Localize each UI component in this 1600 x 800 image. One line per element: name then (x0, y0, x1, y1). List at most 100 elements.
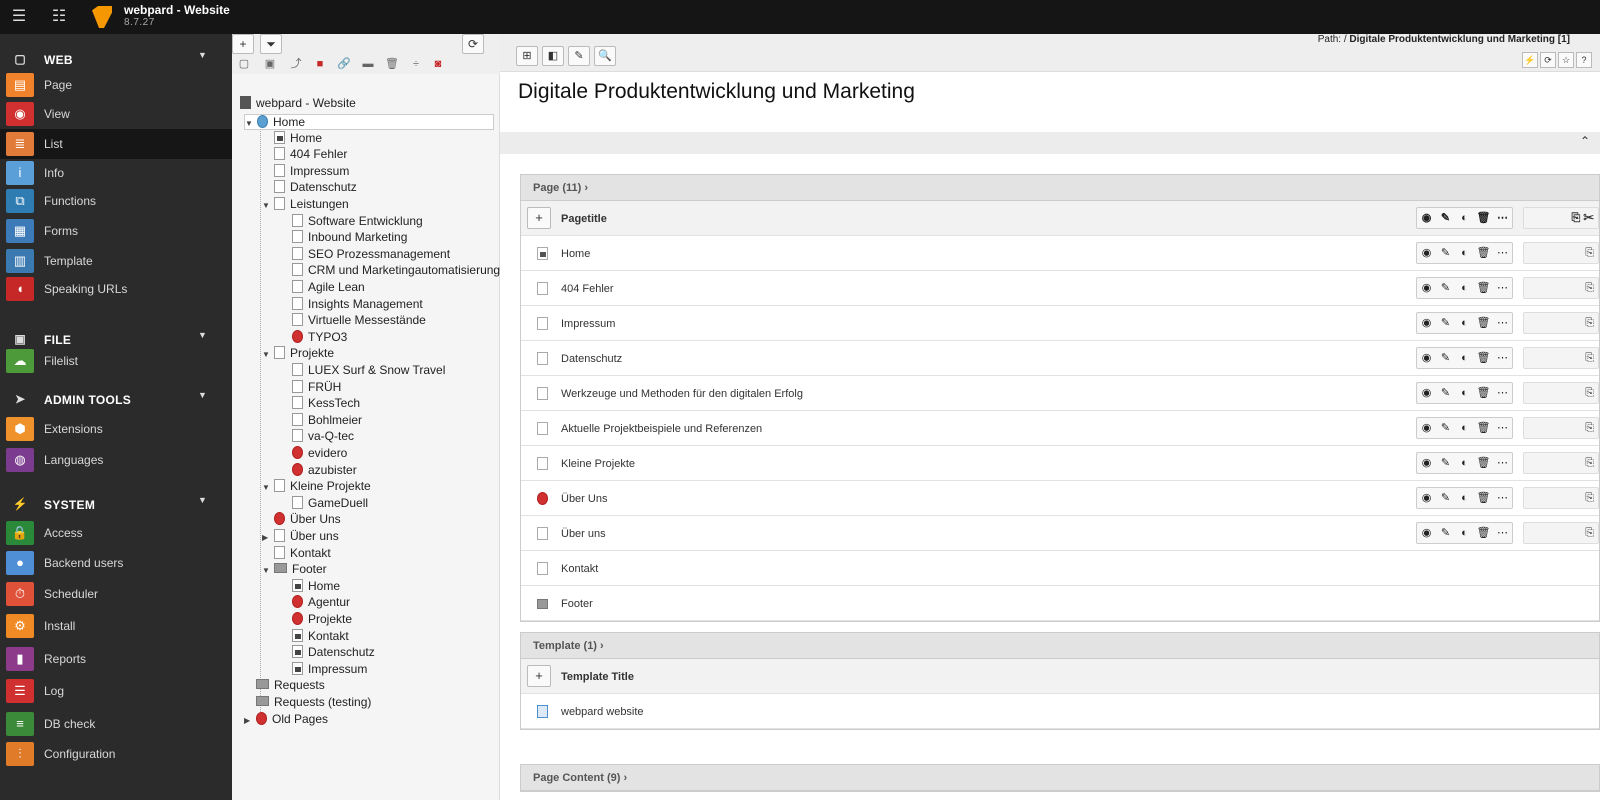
toggle-icon[interactable]: ◐ (1455, 348, 1474, 368)
edit-icon[interactable]: ✎ (1436, 208, 1455, 228)
expand-toggle-icon[interactable]: ▼ (262, 350, 272, 359)
page-icon[interactable] (537, 317, 548, 330)
tree-node[interactable]: ▼ Footer (262, 562, 327, 578)
delete-icon[interactable]: 🗑 (1474, 348, 1493, 368)
page-type-link-icon[interactable]: 🔗 (336, 56, 352, 72)
edit-icon[interactable]: ✎ (1436, 348, 1455, 368)
module-list[interactable]: ≣ List (0, 129, 232, 159)
tree-node[interactable]: Virtuelle Messestände (280, 313, 426, 329)
chevron-down-icon[interactable]: ▼ (198, 495, 207, 505)
eye-icon[interactable]: ◉ (1417, 418, 1436, 438)
row-title[interactable]: Kontakt (561, 563, 598, 575)
tree-node[interactable]: SEO Prozessmanagement (280, 246, 450, 263)
page-type-backend-icon[interactable]: ▣ (262, 56, 278, 72)
table-row[interactable]: Kleine Projekte ◉ ✎ ◐ 🗑 ⋯ ⎘ (521, 446, 1599, 481)
tree-node[interactable]: azubister (280, 462, 357, 479)
expand-toggle-icon[interactable]: ▼ (262, 483, 272, 492)
eye-icon[interactable]: ◉ (1417, 383, 1436, 403)
chevron-up-icon[interactable]: ⌃ (1580, 134, 1590, 148)
row-title[interactable]: Datenschutz (561, 353, 622, 365)
module-functions[interactable]: ⧉ Functions (0, 186, 232, 216)
table-row[interactable]: Datenschutz ◉ ✎ ◐ 🗑 ⋯ ⎘ (521, 341, 1599, 376)
table-row[interactable]: Home ◉ ✎ ◐ 🗑 ⋯ ⎘ (521, 236, 1599, 271)
copy-icon[interactable]: ⎘ (1585, 352, 1594, 364)
toggle-icon[interactable]: ◐ (1455, 383, 1474, 403)
toggle-icon[interactable]: ◐ (1455, 208, 1474, 228)
path-current[interactable]: Digitale Produktentwicklung und Marketin… (1349, 34, 1570, 45)
toggle-icon[interactable]: ◐ (1455, 488, 1474, 508)
module-list-icon[interactable]: ☷ (50, 8, 68, 26)
module-backend-users[interactable]: ● Backend users (0, 548, 232, 578)
copy-icon[interactable]: ⎘ (1572, 212, 1581, 224)
tree-node[interactable]: LUEX Surf & Snow Travel (280, 363, 445, 379)
table-row[interactable]: Kontakt (521, 551, 1599, 586)
tree-node[interactable]: ▼ Leistungen (262, 197, 349, 213)
tree-root[interactable]: webpard - Website (240, 96, 356, 112)
more-icon[interactable]: ⋯ (1493, 488, 1512, 508)
eye-icon[interactable]: ◉ (1417, 243, 1436, 263)
module-group-system[interactable]: ⚡ SYSTEM ▼ (0, 489, 232, 519)
module-filelist[interactable]: ☁ Filelist (0, 346, 232, 376)
new-record-button[interactable]: ⊞ (516, 46, 538, 66)
module-extensions[interactable]: ⬢ Extensions (0, 414, 232, 444)
help-icon[interactable]: ? (1576, 52, 1592, 68)
page-icon[interactable] (537, 282, 548, 295)
view-page-button[interactable]: ◧ (542, 46, 564, 66)
copy-icon[interactable]: ⎘ (1585, 282, 1594, 294)
module-log[interactable]: ☰ Log (0, 676, 232, 706)
tree-node[interactable]: Software Entwicklung (280, 213, 423, 230)
edit-icon[interactable]: ✎ (1436, 278, 1455, 298)
module-access[interactable]: 🔒 Access (0, 518, 232, 548)
tree-node[interactable]: ▼ Projekte (262, 346, 334, 362)
expand-toggle-icon[interactable]: ▶ (244, 716, 254, 725)
page-icon[interactable] (537, 422, 548, 435)
toggle-icon[interactable]: ◐ (1455, 418, 1474, 438)
row-title[interactable]: Aktuelle Projektbeispiele und Referenzen (561, 423, 762, 435)
tree-node[interactable]: Impressum (280, 661, 367, 678)
restricted-page-icon[interactable] (537, 492, 548, 505)
expand-toggle-icon[interactable]: ▼ (245, 119, 255, 128)
delete-icon[interactable]: 🗑 (1474, 208, 1493, 228)
row-title[interactable]: Über Uns (561, 493, 607, 505)
module-page[interactable]: ▤ Page (0, 70, 232, 100)
eye-icon[interactable]: ◉ (1417, 278, 1436, 298)
table-row[interactable]: Über uns ◉ ✎ ◐ 🗑 ⋯ ⎘ (521, 516, 1599, 551)
delete-icon[interactable]: 🗑 (1474, 313, 1493, 333)
new-page-button[interactable]: + (232, 34, 254, 54)
table-row[interactable]: Footer (521, 586, 1599, 621)
eye-icon[interactable]: ◉ (1417, 453, 1436, 473)
eye-icon[interactable]: ◉ (1417, 488, 1436, 508)
row-title[interactable]: Kleine Projekte (561, 458, 635, 470)
delete-icon[interactable]: 🗑 (1474, 488, 1493, 508)
tree-node[interactable]: Insights Management (280, 296, 423, 313)
delete-icon[interactable]: 🗑 (1474, 383, 1493, 403)
tree-node[interactable]: Agentur (280, 595, 350, 611)
page-type-mountpoint-icon[interactable]: ■ (312, 56, 328, 72)
tree-node[interactable]: Agile Lean (280, 280, 365, 296)
delete-icon[interactable]: 🗑 (1474, 453, 1493, 473)
table-row[interactable]: webpard website (521, 694, 1599, 729)
edit-icon[interactable]: ✎ (1436, 418, 1455, 438)
page-table-heading[interactable]: Page (11) › (521, 175, 1599, 201)
tree-node[interactable]: KessTech (280, 396, 360, 412)
refresh-tree-button[interactable]: ⟳ (462, 34, 484, 54)
copy-icon[interactable]: ⎘ (1585, 422, 1594, 434)
more-icon[interactable]: ⋯ (1493, 383, 1512, 403)
tree-node[interactable]: 404 Fehler (262, 147, 347, 163)
tree-node[interactable]: ▼ Kleine Projekte (262, 479, 371, 495)
row-title[interactable]: Footer (561, 598, 593, 610)
expand-toggle-icon[interactable]: ▼ (262, 201, 272, 210)
table-row[interactable]: 404 Fehler ◉ ✎ ◐ 🗑 ⋯ ⎘ (521, 271, 1599, 306)
bookmark-icon[interactable]: ☆ (1558, 52, 1574, 68)
delete-icon[interactable]: 🗑 (1474, 523, 1493, 543)
module-db-check[interactable]: ≡ DB check (0, 709, 232, 739)
copy-icon[interactable]: ⎘ (1585, 457, 1594, 469)
new-record-plus-icon[interactable]: + (527, 207, 551, 229)
eye-icon[interactable]: ◉ (1417, 348, 1436, 368)
content-table-heading[interactable]: Page Content (9) › (521, 765, 1599, 791)
module-reports[interactable]: ▮ Reports (0, 644, 232, 674)
row-title[interactable]: Home (561, 248, 590, 260)
delete-icon[interactable]: 🗑 (1474, 278, 1493, 298)
more-icon[interactable]: ⋯ (1493, 243, 1512, 263)
page-type-spacer-icon[interactable]: ÷ (408, 56, 424, 72)
